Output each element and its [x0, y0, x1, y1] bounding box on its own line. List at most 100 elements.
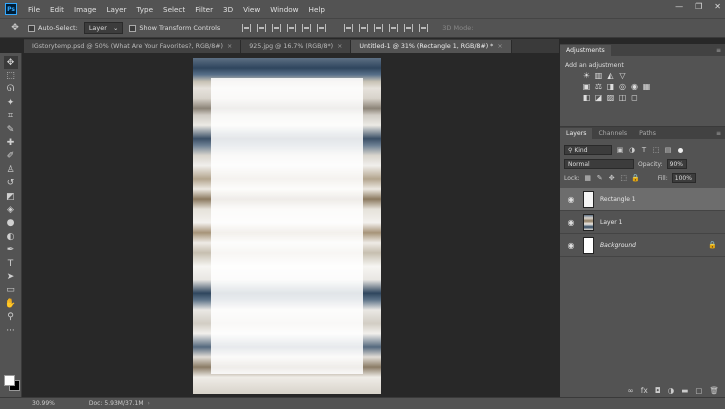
- minimize-icon[interactable]: —: [675, 2, 683, 11]
- threshold-icon[interactable]: ▨: [606, 93, 615, 102]
- menu-file[interactable]: File: [23, 5, 45, 14]
- tab-igstorytemp[interactable]: IGstorytemp.psd @ 50% (What Are Your Fav…: [24, 40, 242, 53]
- blend-mode-dropdown[interactable]: Normal: [564, 159, 634, 169]
- menu-help[interactable]: Help: [304, 5, 330, 14]
- panel-menu-icon[interactable]: ≡: [716, 47, 721, 54]
- distribute-right-icon[interactable]: [419, 24, 429, 32]
- distribute-left-icon[interactable]: [389, 24, 399, 32]
- brush-tool-icon[interactable]: ✐: [4, 150, 18, 163]
- posterize-icon[interactable]: ◪: [594, 93, 603, 102]
- foreground-color-swatch[interactable]: [4, 375, 15, 386]
- align-left-icon[interactable]: [287, 24, 297, 32]
- align-hcenter-icon[interactable]: [302, 24, 312, 32]
- tab-adjustments[interactable]: Adjustments: [560, 45, 611, 56]
- distribute-vcenter-icon[interactable]: [359, 24, 369, 32]
- distribute-bottom-icon[interactable]: [374, 24, 384, 32]
- move-tool-preset-icon[interactable]: ✥: [8, 21, 22, 34]
- eye-icon[interactable]: ◉: [564, 218, 578, 227]
- auto-select-checkbox[interactable]: Auto-Select:: [28, 24, 78, 32]
- channel-mixer-icon[interactable]: ◉: [630, 82, 639, 91]
- align-bottom-icon[interactable]: [272, 24, 282, 32]
- smart-object-filter-icon[interactable]: ▤: [664, 146, 672, 154]
- eye-icon[interactable]: ◉: [564, 241, 578, 250]
- menu-select[interactable]: Select: [158, 5, 190, 14]
- lock-transparency-icon[interactable]: ▦: [584, 174, 592, 182]
- layer-row-background[interactable]: ◉ Background 🔒: [560, 234, 725, 257]
- tab-layers[interactable]: Layers: [560, 128, 593, 139]
- paint-bucket-icon[interactable]: ◈: [4, 203, 18, 216]
- filter-toggle-icon[interactable]: [678, 147, 683, 153]
- black-white-icon[interactable]: ◨: [606, 82, 615, 91]
- gradient-map-icon[interactable]: ◫: [618, 93, 627, 102]
- levels-icon[interactable]: ▥: [594, 71, 603, 80]
- canvas-area[interactable]: [23, 53, 559, 397]
- selective-color-icon[interactable]: ◻: [630, 93, 639, 102]
- eraser-icon[interactable]: ◩: [4, 190, 18, 203]
- opacity-field[interactable]: 90%: [666, 159, 687, 169]
- align-right-icon[interactable]: [317, 24, 327, 32]
- path-select-icon[interactable]: ➤: [4, 270, 18, 283]
- align-top-icon[interactable]: [242, 24, 252, 32]
- rectangle-1-shape[interactable]: [211, 78, 363, 374]
- tab-untitled-1[interactable]: Untitled-1 @ 31% (Rectangle 1, RGB/8#) *…: [351, 40, 512, 53]
- show-transform-check-box[interactable]: [129, 24, 137, 32]
- adjustment-filter-icon[interactable]: ◑: [628, 146, 636, 154]
- marquee-tool-icon[interactable]: ⬚: [4, 69, 18, 82]
- zoom-level[interactable]: 30.99%: [32, 400, 55, 407]
- magic-wand-icon[interactable]: ✦: [4, 96, 18, 109]
- close-tab-icon[interactable]: ×: [497, 43, 502, 50]
- tab-channels[interactable]: Channels: [592, 128, 633, 139]
- lock-artboard-icon[interactable]: ⬚: [620, 174, 628, 182]
- layer-row-rectangle-1[interactable]: ◉ Rectangle 1: [560, 188, 725, 211]
- pixel-filter-icon[interactable]: ▣: [616, 146, 624, 154]
- color-lookup-icon[interactable]: ▦: [642, 82, 651, 91]
- eyedropper-icon[interactable]: ✎: [4, 123, 18, 136]
- layer-style-icon[interactable]: fx: [641, 386, 648, 395]
- close-tab-icon[interactable]: ×: [227, 43, 232, 50]
- menu-edit[interactable]: Edit: [45, 5, 69, 14]
- hand-tool-icon[interactable]: ✋: [4, 297, 18, 310]
- menu-type[interactable]: Type: [132, 5, 159, 14]
- document-canvas[interactable]: [193, 58, 381, 394]
- menu-image[interactable]: Image: [69, 5, 102, 14]
- clone-stamp-icon[interactable]: ♙: [4, 163, 18, 176]
- close-icon[interactable]: ✕: [714, 2, 721, 11]
- auto-select-check-box[interactable]: [28, 24, 35, 32]
- lock-pixels-icon[interactable]: ✎: [596, 174, 604, 182]
- menu-view[interactable]: View: [238, 5, 265, 14]
- move-tool-icon[interactable]: ✥: [3, 56, 18, 70]
- blur-tool-icon[interactable]: ●: [4, 217, 18, 230]
- status-menu-icon[interactable]: ›: [148, 400, 150, 407]
- invert-icon[interactable]: ◧: [582, 93, 591, 102]
- menu-window[interactable]: Window: [265, 5, 303, 14]
- panel-menu-icon[interactable]: ≡: [716, 130, 721, 137]
- adjustment-layer-icon[interactable]: ◑: [668, 386, 675, 395]
- type-filter-icon[interactable]: T: [640, 146, 648, 154]
- menu-filter[interactable]: Filter: [190, 5, 218, 14]
- vibrance-icon[interactable]: ▣: [582, 82, 591, 91]
- dodge-tool-icon[interactable]: ◐: [4, 230, 18, 243]
- curves-icon[interactable]: ◭: [606, 71, 615, 80]
- group-layers-icon[interactable]: ▬: [681, 386, 688, 395]
- type-tool-icon[interactable]: T: [4, 257, 18, 270]
- close-tab-icon[interactable]: ×: [337, 43, 342, 50]
- distribute-hcenter-icon[interactable]: [404, 24, 414, 32]
- lock-all-icon[interactable]: 🔒: [631, 174, 640, 182]
- new-layer-icon[interactable]: ▢: [695, 386, 702, 395]
- history-brush-icon[interactable]: ↺: [4, 177, 18, 190]
- kind-filter-dropdown[interactable]: ⚲ Kind: [564, 145, 612, 155]
- layer-row-layer-1[interactable]: ◉ Layer 1: [560, 211, 725, 234]
- menu-layer[interactable]: Layer: [101, 5, 131, 14]
- distribute-top-icon[interactable]: [344, 24, 354, 32]
- restore-icon[interactable]: ❐: [695, 2, 702, 11]
- fill-field[interactable]: 100%: [671, 173, 696, 183]
- pen-tool-icon[interactable]: ✒: [4, 243, 18, 256]
- link-layers-icon[interactable]: ∞: [627, 386, 633, 395]
- healing-brush-icon[interactable]: ✚: [4, 136, 18, 149]
- tab-925[interactable]: 925.jpg @ 16.7% (RGB/8*) ×: [241, 40, 352, 53]
- shape-tool-icon[interactable]: ▭: [4, 284, 18, 297]
- trash-icon[interactable]: 🗑: [709, 386, 719, 395]
- more-tools-icon[interactable]: ···: [4, 324, 18, 337]
- zoom-tool-icon[interactable]: ⚲: [4, 310, 18, 323]
- layer-mask-icon[interactable]: ◘: [655, 386, 661, 395]
